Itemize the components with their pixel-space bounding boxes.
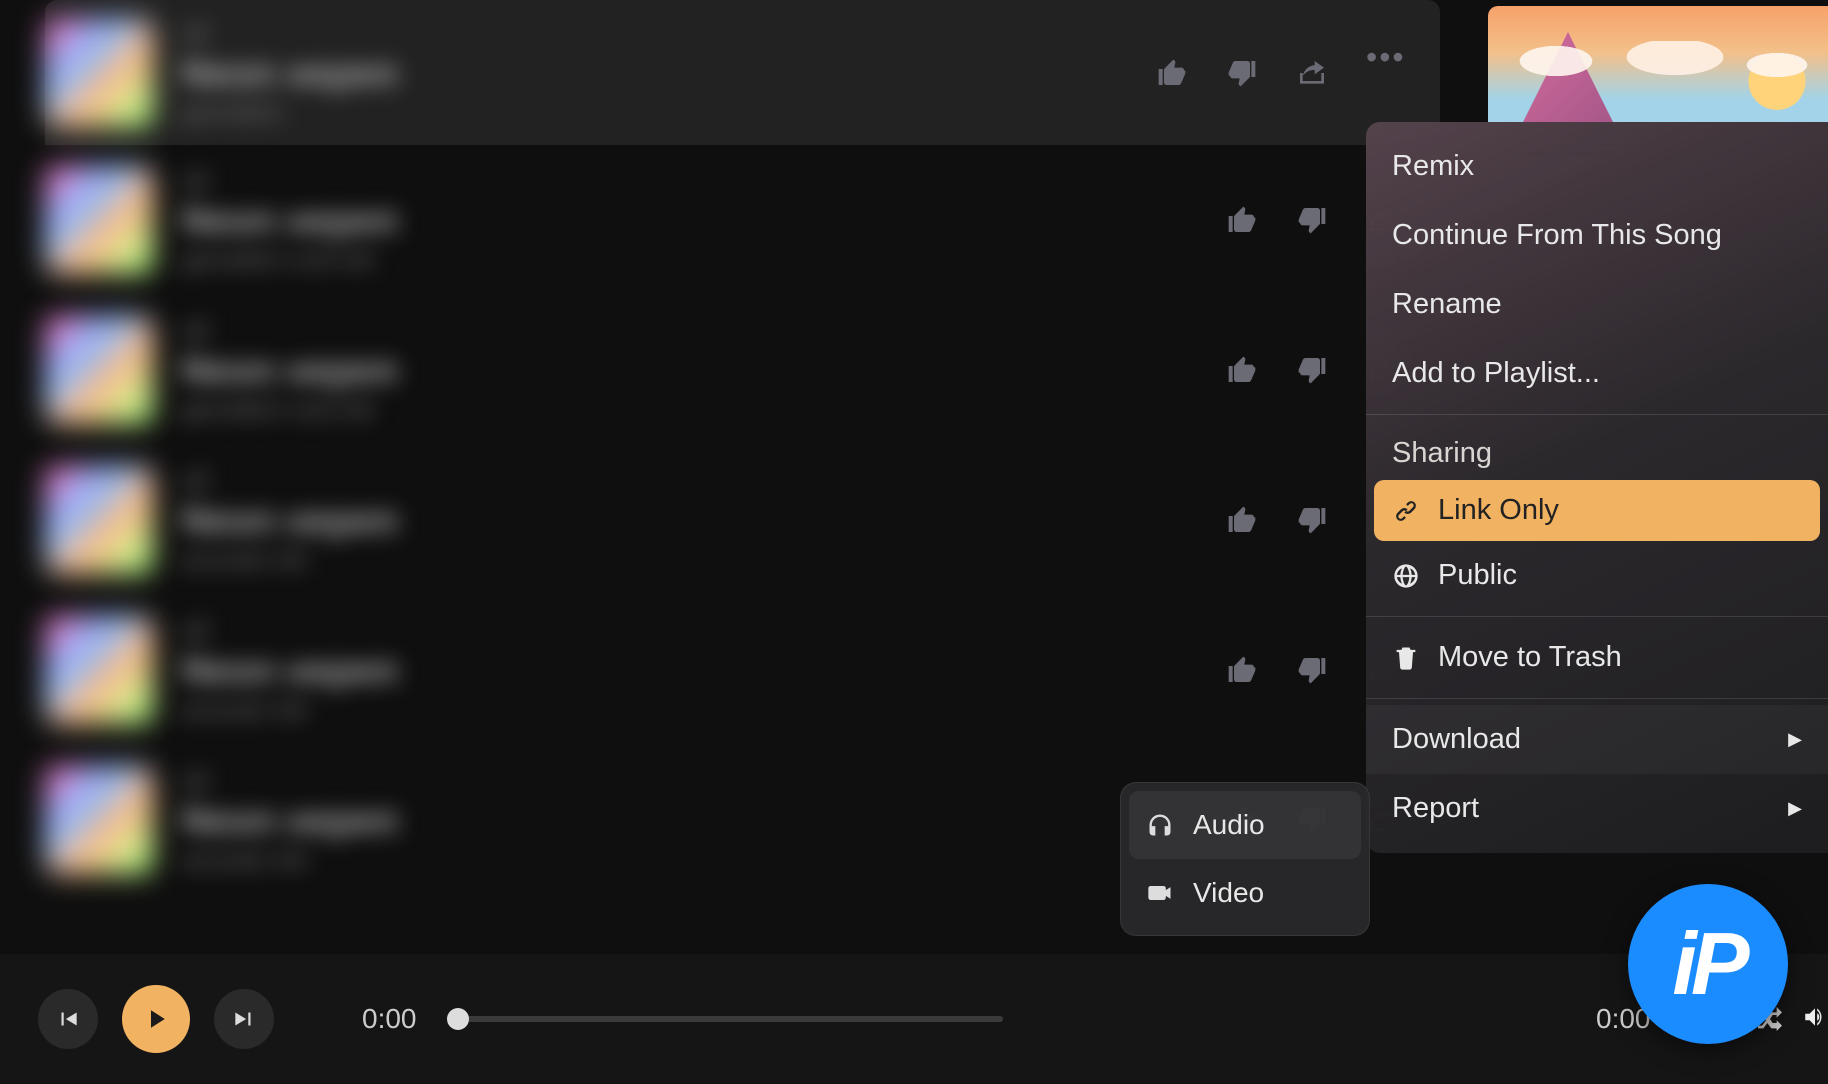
menu-trash[interactable]: Move to Trash (1366, 623, 1828, 692)
thumbs-down-icon[interactable] (1294, 652, 1330, 688)
track-actions: ••• (1154, 55, 1400, 91)
share-icon[interactable] (1294, 55, 1330, 91)
thumbs-down-icon[interactable] (1294, 352, 1330, 388)
video-icon (1145, 878, 1175, 908)
chevron-right-icon: ▶ (1788, 798, 1802, 819)
track-version: v2 (181, 18, 1154, 49)
track-title: Neon нереп (181, 53, 1154, 96)
track-thumbnail[interactable] (45, 316, 153, 424)
track-thumbnail[interactable] (45, 19, 153, 127)
menu-link-only[interactable]: Link Only (1374, 480, 1820, 541)
thumbs-down-icon[interactable] (1224, 55, 1260, 91)
menu-section-sharing: Sharing (1366, 421, 1828, 480)
brand-badge[interactable]: iP (1628, 884, 1788, 1044)
submenu-video[interactable]: Video (1129, 859, 1361, 927)
thumbs-down-icon[interactable] (1294, 202, 1330, 238)
menu-separator (1366, 616, 1828, 617)
track-meta: v2 Neon нереп gemütlich (181, 18, 1154, 128)
track-row[interactable]: v2Neon нерепacoustic lofi (45, 445, 1440, 595)
track-thumbnail[interactable] (45, 766, 153, 874)
track-thumbnail[interactable] (45, 616, 153, 724)
player-bar: 0:00 0:00 ∞ (0, 954, 1828, 1084)
menu-rename[interactable]: Rename (1366, 270, 1828, 339)
menu-separator (1366, 414, 1828, 415)
volume-icon[interactable] (1802, 1004, 1828, 1038)
submenu-audio[interactable]: Audio (1129, 791, 1361, 859)
track-list: v2 Neon нереп gemütlich ••• v2Neon нереп… (45, 0, 1440, 895)
thumbs-up-icon[interactable] (1224, 352, 1260, 388)
context-menu: Remix Continue From This Song Rename Add… (1366, 122, 1828, 853)
progress-knob[interactable] (447, 1008, 469, 1030)
play-button[interactable] (122, 985, 190, 1053)
track-tags: gemütlich (181, 100, 1154, 128)
thumbs-up-icon[interactable] (1224, 652, 1260, 688)
menu-separator (1366, 698, 1828, 699)
next-button[interactable] (214, 989, 274, 1049)
track-row[interactable]: v2Neon нерепgemütlich rock lofi (45, 295, 1440, 445)
thumbs-up-icon[interactable] (1224, 502, 1260, 538)
now-playing-artwork[interactable] (1488, 6, 1828, 122)
time-elapsed: 0:00 (362, 1003, 434, 1035)
chevron-right-icon: ▶ (1788, 729, 1802, 750)
menu-continue[interactable]: Continue From This Song (1366, 201, 1828, 270)
track-thumbnail[interactable] (45, 466, 153, 574)
previous-button[interactable] (38, 989, 98, 1049)
track-row[interactable]: v2Neon нерепacoustic lofi (45, 595, 1440, 745)
menu-add-playlist[interactable]: Add to Playlist... (1366, 339, 1828, 408)
thumbs-up-icon[interactable] (1154, 55, 1190, 91)
track-row[interactable]: v2Neon нерепgemütlich rock lofi (45, 145, 1440, 295)
progress-bar[interactable] (458, 1016, 1003, 1022)
track-thumbnail[interactable] (45, 166, 153, 274)
link-icon (1392, 497, 1420, 525)
thumbs-up-icon[interactable] (1224, 202, 1260, 238)
thumbs-down-icon[interactable] (1294, 502, 1330, 538)
menu-download[interactable]: Download ▶ (1366, 705, 1828, 774)
menu-remix[interactable]: Remix (1366, 132, 1828, 201)
more-icon[interactable]: ••• (1364, 55, 1400, 91)
globe-icon (1392, 562, 1420, 590)
trash-icon (1392, 644, 1420, 672)
menu-report[interactable]: Report ▶ (1366, 774, 1828, 843)
download-submenu: Audio Video (1120, 782, 1370, 936)
track-row[interactable]: v2 Neon нереп gemütlich ••• (45, 0, 1440, 145)
headphones-icon (1145, 810, 1175, 840)
menu-public[interactable]: Public (1366, 541, 1828, 610)
